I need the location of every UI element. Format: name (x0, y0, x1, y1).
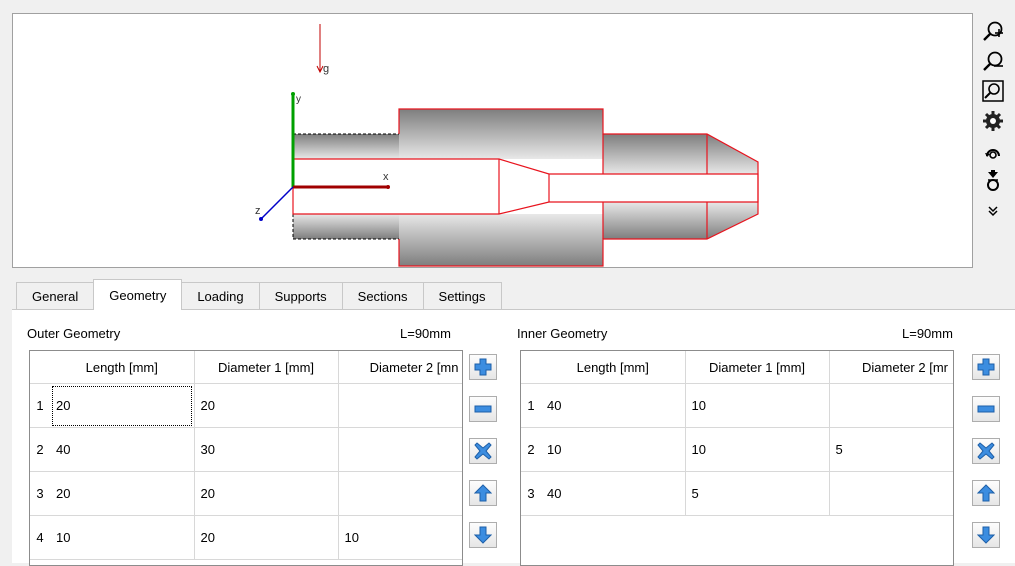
outer-move-down-button[interactable] (469, 522, 497, 548)
diameter-1-cell[interactable]: 30 (194, 427, 339, 472)
move-up-icon (474, 484, 492, 502)
shaft-drawing: g y x z (255, 24, 759, 267)
tab-general[interactable]: General (16, 282, 95, 309)
view-toolbar (979, 16, 1009, 226)
diameter-2-cell[interactable] (338, 383, 462, 428)
diameter-2-cell[interactable] (829, 383, 953, 428)
diameter-1-cell[interactable]: 20 (194, 515, 339, 560)
row-number: 1 (30, 383, 50, 428)
add-row-icon (977, 358, 995, 376)
inner-move-down-button[interactable] (972, 522, 1000, 548)
diameter-1-cell[interactable]: 20 (194, 471, 339, 516)
delete-all-icon (977, 442, 995, 460)
delete-all-icon (474, 442, 492, 460)
move-down-icon (474, 526, 492, 544)
tab-geometry[interactable]: Geometry (93, 279, 183, 310)
length-cell[interactable]: 20 (50, 383, 195, 428)
zoom-fit-icon[interactable] (979, 76, 1007, 106)
inner-remove-row-button[interactable] (972, 396, 1000, 422)
x-axis-label: x (383, 171, 389, 183)
diameter-2-cell[interactable]: 10 (338, 515, 462, 560)
table-row: 2 10 10 5 (521, 427, 953, 472)
tab-settings[interactable]: Settings (422, 282, 502, 309)
length-cell[interactable]: 40 (50, 427, 195, 472)
rotate-icon[interactable] (979, 136, 1007, 166)
diameter-2-cell[interactable]: 5 (829, 427, 953, 472)
geometry-panel: Outer Geometry L=90mm Length [mm] Diamet… (12, 309, 1015, 566)
row-number: 2 (30, 427, 50, 472)
inner-total-length: L=90mm (902, 326, 953, 341)
model-viewport[interactable]: g y x z (12, 13, 973, 268)
length-cell[interactable]: 10 (541, 427, 686, 472)
outer-geometry-title: Outer Geometry (27, 326, 121, 341)
inner-move-up-button[interactable] (972, 480, 1000, 506)
inner-table-buttons (972, 354, 1000, 564)
remove-row-icon (474, 405, 492, 413)
gravity-label: g (323, 63, 329, 75)
length-cell[interactable]: 40 (541, 383, 686, 428)
length-cell[interactable]: 20 (50, 471, 195, 516)
diameter-1-cell[interactable]: 5 (685, 471, 830, 516)
column-header-diameter-2[interactable]: Diameter 2 [mn (338, 351, 462, 384)
row-number: 2 (521, 427, 541, 472)
settings-gear-icon[interactable] (979, 106, 1007, 136)
table-row: 2 40 30 (30, 427, 462, 472)
inner-delete-all-button[interactable] (972, 438, 1000, 464)
diameter-2-cell[interactable] (829, 471, 953, 516)
column-header-diameter-2[interactable]: Diameter 2 [mr (829, 351, 953, 384)
diameter-1-cell[interactable]: 10 (685, 383, 830, 428)
outer-move-up-button[interactable] (469, 480, 497, 506)
diameter-1-cell[interactable]: 10 (685, 427, 830, 472)
y-axis-label: y (296, 94, 301, 105)
diameter-1-cell[interactable]: 20 (194, 383, 339, 428)
column-header-length[interactable]: Length [mm] (50, 351, 195, 384)
length-cell[interactable]: 40 (541, 471, 686, 516)
zoom-in-icon[interactable] (979, 16, 1007, 46)
add-row-icon (474, 358, 492, 376)
row-number: 4 (30, 515, 50, 560)
z-axis-label: z (255, 205, 261, 217)
inner-geometry-table: Length [mm] Diameter 1 [mm] Diameter 2 [… (520, 350, 954, 566)
column-header-diameter-1[interactable]: Diameter 1 [mm] (685, 351, 830, 384)
outer-total-length: L=90mm (400, 326, 451, 341)
outer-table-buttons (469, 354, 497, 564)
inner-geometry-title: Inner Geometry (517, 326, 608, 341)
row-number: 3 (521, 471, 541, 516)
outer-add-row-button[interactable] (469, 354, 497, 380)
table-row: 1 40 10 (521, 383, 953, 428)
row-header-corner (30, 351, 50, 384)
diameter-2-cell[interactable] (338, 427, 462, 472)
move-down-icon (977, 526, 995, 544)
tab-loading[interactable]: Loading (181, 282, 260, 309)
row-number: 1 (521, 383, 541, 428)
column-header-diameter-1[interactable]: Diameter 1 [mm] (194, 351, 339, 384)
table-row: 4 10 20 10 (30, 515, 462, 560)
outer-delete-all-button[interactable] (469, 438, 497, 464)
table-row: 3 40 5 (521, 471, 953, 516)
length-cell[interactable]: 10 (50, 515, 195, 560)
zoom-out-icon[interactable] (979, 46, 1007, 76)
remove-row-icon (977, 405, 995, 413)
tab-bar: General Geometry Loading Supports Sectio… (16, 279, 502, 310)
table-row: 1 20 20 (30, 383, 462, 428)
export-icon[interactable] (979, 166, 1007, 196)
table-row: 3 20 20 (30, 471, 462, 516)
outer-geometry-table: Length [mm] Diameter 1 [mm] Diameter 2 [… (29, 350, 463, 566)
diameter-2-cell[interactable] (338, 471, 462, 516)
move-up-icon (977, 484, 995, 502)
inner-add-row-button[interactable] (972, 354, 1000, 380)
row-number: 3 (30, 471, 50, 516)
column-header-length[interactable]: Length [mm] (541, 351, 686, 384)
tab-sections[interactable]: Sections (341, 282, 424, 309)
row-header-corner (521, 351, 541, 384)
tab-supports[interactable]: Supports (258, 282, 343, 309)
outer-remove-row-button[interactable] (469, 396, 497, 422)
more-chevron-icon[interactable] (979, 196, 1007, 226)
